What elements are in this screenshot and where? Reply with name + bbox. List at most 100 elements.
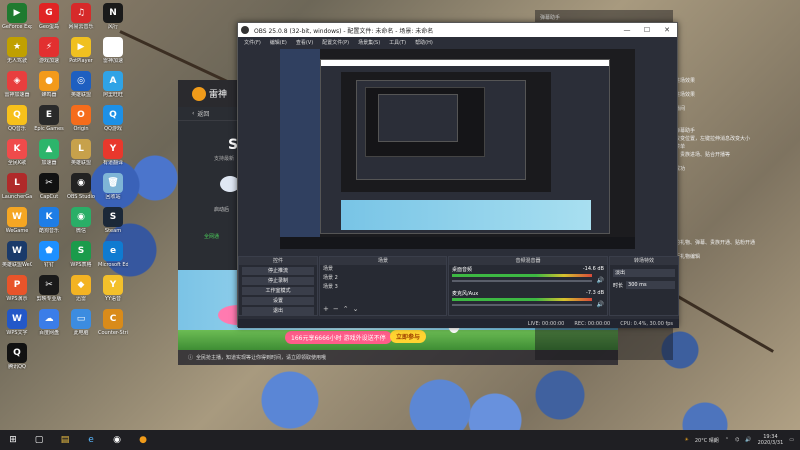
desktop-icon[interactable]: ◢ 雷神加速 [98,37,128,64]
desktop-icon[interactable]: ▶GeForce Experience [2,3,32,30]
desktop-icon[interactable]: A 阿里旺旺 [98,71,128,98]
obs-menu-item[interactable]: 帮助(H) [415,39,433,46]
explorer-icon[interactable]: ▤ [57,433,73,447]
obs-menu-item[interactable]: 编辑(E) [270,39,287,46]
desktop-icon[interactable]: ⬟ 钉钉 [34,241,64,268]
remove-icon[interactable]: − [333,305,339,313]
desktop-icon[interactable]: CCounter-Strike [98,309,128,336]
ad-cta-button[interactable]: 立即参与 [390,330,427,343]
desktop-icon[interactable]: Q 腾讯QQ [2,343,32,370]
notification-icon[interactable]: ▭ [789,437,794,443]
task-view-icon[interactable]: ▢ [31,433,47,447]
desktop-icon[interactable]: Q QQ游戏 [98,105,128,132]
obs-preview[interactable] [280,49,635,249]
mute-icon[interactable]: 🔊 [597,301,604,308]
desktop-icon[interactable]: ● 蜂鸣器 [34,71,64,98]
volume-slider[interactable] [452,304,592,306]
desktop-icon[interactable]: O Origin [66,105,96,132]
edge-icon[interactable]: e [83,433,99,447]
windows-start-icon[interactable]: ⊞ [5,433,21,447]
obs-menu-item[interactable]: 配置文件(P) [322,39,349,46]
scene-item[interactable]: 场景 2 [320,274,446,283]
obs-taskbar-icon[interactable]: ◉ [109,433,125,447]
mute-icon[interactable]: 🔊 [597,277,604,284]
chevron-up-icon[interactable]: ⌃ [725,437,729,443]
desktop-icon[interactable]: ▶ PotPlayer [66,37,96,64]
obs-titlebar[interactable]: OBS 25.0.8 (32-bit, windows) - 配置文件: 未命名… [238,23,677,37]
control-button[interactable]: 工作室模式 [242,287,314,295]
desktop-icon[interactable]: eMicrosoft Edge [98,241,128,268]
desktop-icon[interactable]: LLauncherGame [2,173,32,200]
weather-text[interactable]: 20°C 晴朗 [695,437,719,444]
desktop-icon[interactable]: S WPS表格 [66,241,96,268]
close-icon[interactable]: ✕ [657,23,677,37]
desktop-icon[interactable]: ✂ CapCut [34,173,64,200]
desktop-icon[interactable]: ◆ 迅雷 [66,275,96,302]
app-icon: ⚡ [39,37,59,57]
duration-input[interactable]: 300 ms [626,281,675,289]
desktop-icon-label: WPS文字 [6,330,28,336]
desktop-icon[interactable]: G Geo蛋岛 [34,3,64,30]
leishen-taskbar-icon[interactable]: ● [135,433,151,447]
obs-menu-item[interactable]: 查看(V) [296,39,313,46]
obs-window[interactable]: OBS 25.0.8 (32-bit, windows) - 配置文件: 未命名… [237,22,679,328]
minimize-icon[interactable]: — [617,23,637,37]
network-icon[interactable]: ⌬ [735,437,739,443]
app-icon: C [103,309,123,329]
clock[interactable]: 19:34 2020/3/31 [758,434,784,446]
obs-menu-item[interactable]: 工具(T) [389,39,406,46]
desktop-icon[interactable]: W WPS文字 [2,309,32,336]
desktop-icon[interactable]: ⚡ 游戏加速 [34,37,64,64]
desktop-icon[interactable]: ✂ 剪映专业版 [34,275,64,302]
leishen-line1: 支持最新 [214,156,235,162]
control-button[interactable]: 停止录制 [242,277,314,285]
desktop-icon-label: GeForce Experience [2,24,32,30]
app-icon: Q [7,343,27,363]
desktop-icon[interactable]: ◈ 雷神加速器 [2,71,32,98]
scene-item[interactable]: 场景 3 [320,283,446,292]
transition-select[interactable]: 淡出 [613,269,675,277]
scene-item[interactable]: 场景 [320,265,446,274]
desktop-icon[interactable]: E Epic Games [34,105,64,132]
desktop-icon[interactable]: ♫ 网易云音乐 [66,3,96,30]
maximize-icon[interactable]: ☐ [637,23,657,37]
move-up-icon[interactable]: ⌃ [343,305,349,313]
preview-taskbar [280,237,635,249]
volume-slider[interactable] [452,280,592,282]
obs-menu-item[interactable]: 文件(F) [244,39,261,46]
app-icon: S [103,207,123,227]
add-icon[interactable]: + [323,305,329,313]
nested-ad [341,200,591,230]
desktop-icon[interactable]: W WeGame [2,207,32,234]
obs-menu-item[interactable]: 场景集(S) [358,39,380,46]
control-button[interactable]: 退出 [242,307,314,315]
control-button[interactable]: 停止推流 [242,267,314,275]
desktop-icon[interactable]: P WPS演示 [2,275,32,302]
desktop-icon[interactable]: ▭ 此电脑 [66,309,96,336]
desktop-icon[interactable]: L 英雄联盟 [66,139,96,166]
obs-title: OBS 25.0.8 (32-bit, windows) - 配置文件: 未命名… [254,27,434,35]
desktop-icon[interactable]: ★ 无人驾驶 [2,37,32,64]
taskbar: ⊞ ▢ ▤ e ◉ ● ☀ 20°C 晴朗 ⌃ ⌬ 🔊 19:34 2020/3… [0,430,800,450]
desktop-icon-label: 阿里旺旺 [102,92,123,98]
volume-icon[interactable]: 🔊 [745,437,751,443]
desktop-icon[interactable]: ◎ 英雄联盟 [66,71,96,98]
move-down-icon[interactable]: ⌄ [353,305,359,313]
desktop-icon[interactable]: ◉ 微信 [66,207,96,234]
desktop-icon[interactable]: K 全民K歌 [2,139,32,166]
desktop-icon[interactable]: ☁ 百度网盘 [34,309,64,336]
app-icon: ★ [7,37,27,57]
control-button[interactable]: 设置 [242,297,314,305]
desktop-icon[interactable]: Y 有道翻译 [98,139,128,166]
desktop-icon[interactable]: N 风行 [98,3,128,30]
desktop-icon[interactable]: Q QQ音乐 [2,105,32,132]
desktop-icon[interactable]: S Steam [98,207,128,234]
desktop-icon[interactable]: 🗑 回收站 [98,173,128,200]
desktop-icon[interactable]: Y YY语音 [98,275,128,302]
desktop-icon[interactable]: K 酷狗音乐 [34,207,64,234]
leishen-back-button[interactable]: ‹ 返回 [178,107,240,121]
desktop-icon[interactable]: ◉ OBS Studio [66,173,96,200]
desktop-icon[interactable]: ▲ 加速器 [34,139,64,166]
desktop-icon[interactable]: W英雄联盟WeGame [2,241,32,268]
desktop-icon-label: 此电脑 [73,330,89,336]
